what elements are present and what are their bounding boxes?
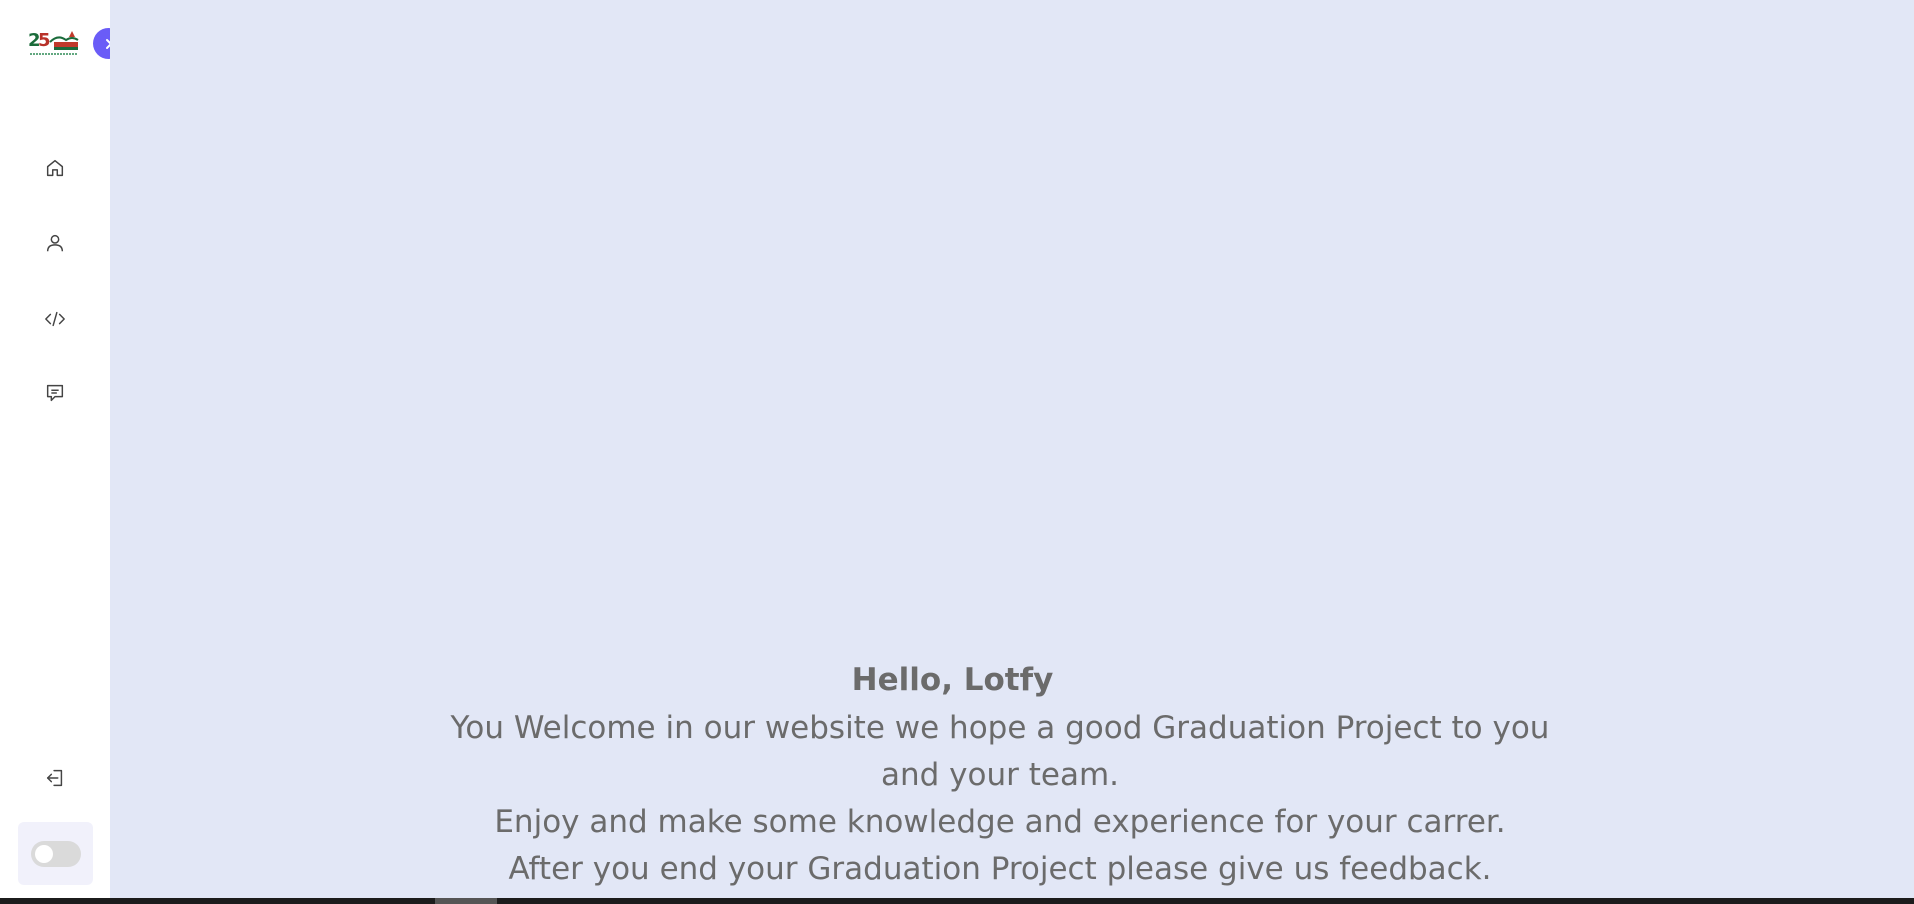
scrollbar-thumb[interactable] [435,898,497,904]
code-icon [45,311,65,327]
switch-knob [34,844,53,863]
welcome-line: After you end your Graduation Project pl… [508,851,1492,887]
sidebar-item-feedback[interactable] [38,376,72,410]
horizontal-scrollbar[interactable] [0,898,1914,904]
welcome-message: Hello, Lotfy You Welcome in our website … [440,655,1560,893]
sidebar-item-home[interactable] [38,151,72,185]
sidebar: 2 5 [0,0,124,898]
welcome-line: and your team. [880,757,1119,793]
svg-text:5: 5 [38,30,51,51]
welcome-line: Enjoy and make some knowledge and experi… [494,804,1506,840]
logout-icon [46,769,63,787]
message-icon [46,384,64,402]
home-icon [46,159,64,177]
sidebar-item-profile[interactable] [38,226,72,260]
sidebar-item-projects[interactable] [38,302,72,336]
theme-toggle-switch[interactable] [30,840,81,867]
user-icon [46,234,64,252]
logout-button[interactable] [38,761,72,795]
logo[interactable]: 2 5 [28,28,80,58]
welcome-line: You Welcome in our website we hope a goo… [450,710,1550,746]
greeting-heading: Hello, Lotfy [851,662,1054,698]
theme-switch-container [18,822,93,885]
main-content: Hello, Lotfy You Welcome in our website … [110,0,1914,898]
